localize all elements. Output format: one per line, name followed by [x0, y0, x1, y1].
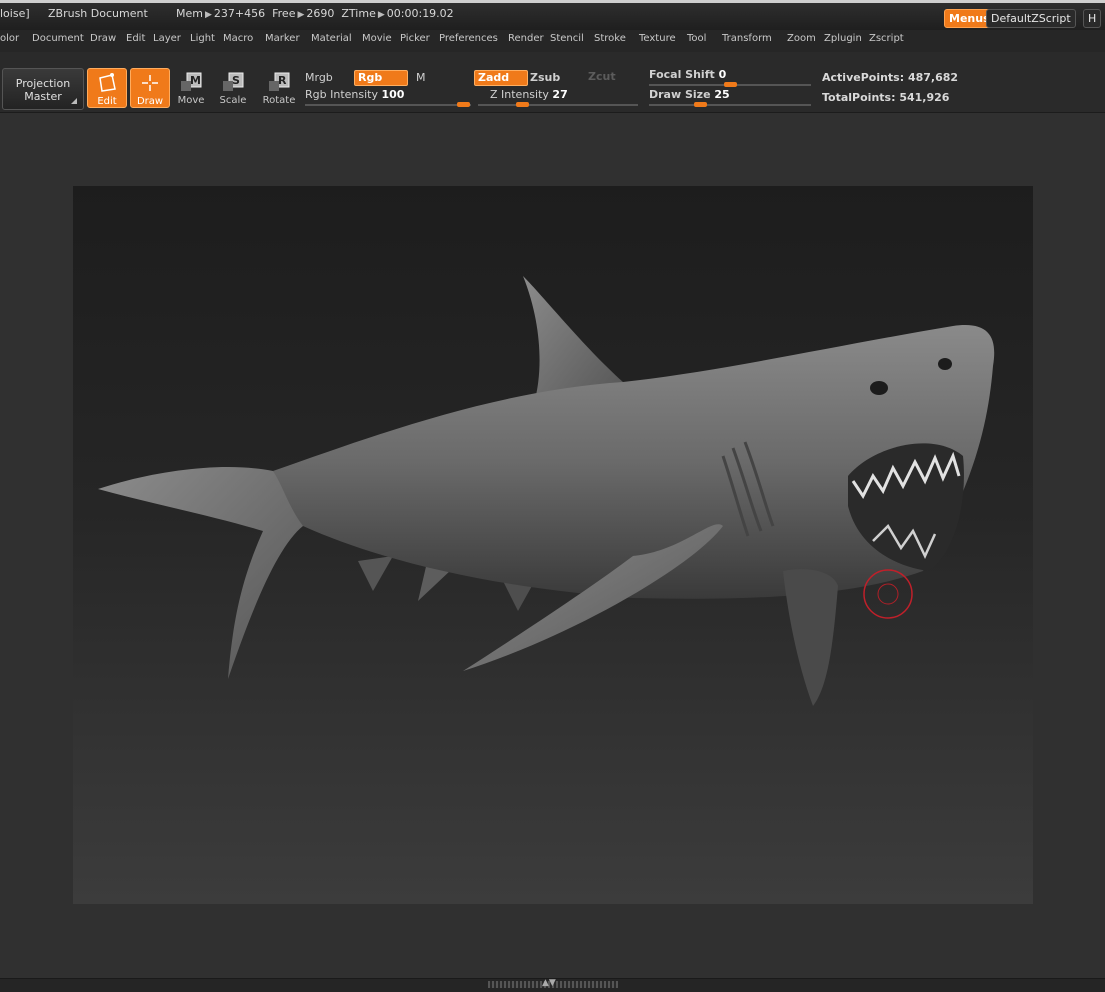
rgb-intensity-label: Rgb Intensity 100 — [305, 88, 405, 101]
menu-movie[interactable]: Movie — [362, 33, 392, 44]
menu-layer[interactable]: Layer — [153, 33, 181, 44]
menu-transform[interactable]: Transform — [722, 33, 772, 44]
memory-readout: Mem ▶ 237+456 Free ▶ 2690 ZTime ▶ 00:00:19.02 — [176, 7, 454, 20]
rgb-intensity-knob[interactable] — [457, 102, 470, 107]
menu-draw[interactable]: Draw — [90, 33, 116, 44]
menu-macro[interactable]: Macro — [223, 33, 253, 44]
menu-zscript[interactable]: Zscript — [869, 33, 904, 44]
title-bar: loise] ZBrush Document Mem ▶ 237+456 Free ▶… — [0, 0, 1105, 30]
move-icon: M — [171, 71, 211, 95]
focal-shift-label: Focal Shift 0 — [649, 68, 727, 81]
brush-cursor-icon — [863, 569, 913, 619]
document-canvas[interactable] — [73, 186, 1033, 904]
projection-master-button[interactable]: Projection Master — [2, 68, 84, 110]
draw-crosshair-icon — [131, 72, 169, 96]
triangle-right-icon: ▶ — [204, 10, 212, 20]
draw-size-slider[interactable] — [649, 104, 811, 106]
edit-icon — [88, 72, 126, 96]
svg-text:S: S — [232, 74, 240, 87]
rotate-button[interactable]: R Rotate — [259, 68, 299, 108]
triangle-right-icon: ▶ — [297, 10, 305, 20]
menu-bar: olor Document Draw Edit Layer Light Macr… — [0, 30, 1105, 53]
default-zscript-button[interactable]: DefaultZScript — [986, 9, 1076, 28]
triangle-right-icon: ▶ — [377, 10, 385, 20]
corner-arrow-icon — [71, 98, 77, 104]
menu-tool[interactable]: Tool — [687, 33, 706, 44]
menu-preferences[interactable]: Preferences — [439, 33, 498, 44]
menu-zplugin[interactable]: Zplugin — [824, 33, 862, 44]
active-points-readout: ActivePoints: 487,682 — [822, 71, 959, 84]
help-button[interactable]: H — [1083, 9, 1102, 28]
menu-document[interactable]: Document — [32, 33, 84, 44]
rgb-intensity-slider[interactable] — [305, 104, 471, 106]
m-toggle[interactable]: M — [416, 71, 426, 84]
menu-stencil[interactable]: Stencil — [550, 33, 584, 44]
menu-render[interactable]: Render — [508, 33, 544, 44]
menu-texture[interactable]: Texture — [639, 33, 676, 44]
z-intensity-label: Z Intensity 27 — [490, 88, 568, 101]
top-shelf: Projection Master Edit Draw M Move S Sca… — [0, 52, 1105, 113]
rotate-icon: R — [259, 71, 299, 95]
menu-picker[interactable]: Picker — [400, 33, 430, 44]
svg-text:M: M — [190, 74, 201, 87]
scale-button[interactable]: S Scale — [213, 68, 253, 108]
menu-marker[interactable]: Marker — [265, 33, 300, 44]
menu-color[interactable]: olor — [0, 33, 19, 44]
move-button[interactable]: M Move — [171, 68, 211, 108]
draw-button[interactable]: Draw — [130, 68, 170, 108]
edit-button[interactable]: Edit — [87, 68, 127, 108]
svg-text:R: R — [278, 74, 287, 87]
document-name-fragment: loise] — [0, 7, 30, 20]
zsub-toggle[interactable]: Zsub — [530, 71, 560, 84]
zadd-toggle[interactable]: Zadd — [474, 70, 528, 86]
menu-light[interactable]: Light — [190, 33, 215, 44]
menu-edit[interactable]: Edit — [126, 33, 145, 44]
z-intensity-slider[interactable] — [478, 104, 638, 106]
bottom-tray-bar: ▲▼ — [0, 978, 1105, 992]
draw-size-knob[interactable] — [694, 102, 707, 107]
mrgb-toggle[interactable]: Mrgb — [305, 71, 333, 84]
rgb-toggle[interactable]: Rgb — [354, 70, 408, 86]
shark-model[interactable] — [73, 186, 1033, 904]
app-title: ZBrush Document — [48, 7, 148, 20]
menu-stroke[interactable]: Stroke — [594, 33, 626, 44]
menu-material[interactable]: Material — [311, 33, 352, 44]
zcut-toggle[interactable]: Zcut — [585, 70, 621, 86]
expand-tray-icon[interactable]: ▲▼ — [542, 978, 556, 988]
z-intensity-knob[interactable] — [516, 102, 529, 107]
focal-shift-knob[interactable] — [724, 82, 737, 87]
total-points-readout: TotalPoints: 541,926 — [822, 91, 950, 104]
scale-icon: S — [213, 71, 253, 95]
menu-zoom[interactable]: Zoom — [787, 33, 816, 44]
draw-size-label: Draw Size 25 — [649, 88, 730, 101]
